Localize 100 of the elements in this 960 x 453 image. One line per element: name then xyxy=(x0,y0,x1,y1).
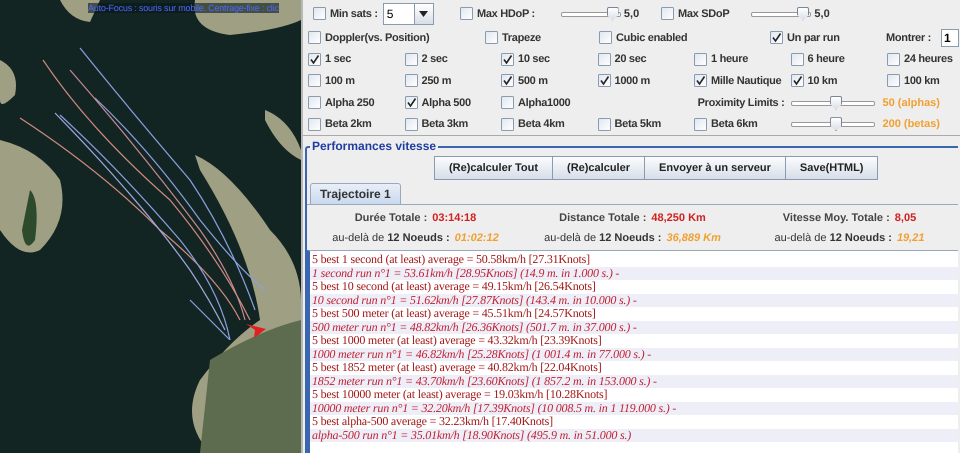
action-button[interactable]: (Re)calculer xyxy=(552,156,646,180)
checkbox-label[interactable]: 6 heure xyxy=(808,53,845,66)
checkbox-label[interactable]: Beta 5km xyxy=(614,118,662,130)
slider-value: 5,0 xyxy=(624,8,640,20)
stat-value: 03:14:18 xyxy=(432,212,476,224)
result-line: alpha-500 run n°1 = 35.01km/h [18.90Knots] (495.9 m. in 51.000 s.) xyxy=(312,428,632,442)
stat-label: au-delà de 12 Noeuds : xyxy=(544,232,662,244)
action-button[interactable]: Envoyer à un serveur xyxy=(644,156,786,180)
result-line: 1852 meter run n°1 = 43.70km/h [23.60Knots] (1 857.2 m. in 153.000 s.) - xyxy=(312,374,657,388)
checkbox-label[interactable]: Beta 4km xyxy=(518,118,565,130)
checkbox-label[interactable]: 1 heure xyxy=(711,53,748,66)
caret-icon xyxy=(419,10,428,16)
checkbox-label[interactable]: 100 m xyxy=(325,74,355,87)
checkbox[interactable] xyxy=(404,118,418,131)
slider-thumb[interactable] xyxy=(830,96,842,110)
checkbox-label[interactable]: 10 km xyxy=(808,74,838,87)
checkbox-label[interactable]: 1000 m xyxy=(614,74,650,87)
checkbox-label[interactable]: Cubic enabled xyxy=(616,32,688,44)
result-line: 1 second run n°1 = 53.61km/h [28.95Knots] (14.9 m. in 1.000 s.) - xyxy=(312,266,620,280)
checkbox-label[interactable]: Beta 6km xyxy=(711,118,758,130)
checkbox[interactable] xyxy=(404,52,418,66)
checkbox[interactable] xyxy=(308,96,321,110)
checkbox[interactable] xyxy=(485,31,498,44)
slider[interactable] xyxy=(790,118,874,130)
slider[interactable] xyxy=(751,8,812,20)
checkbox-label[interactable]: 24 heures xyxy=(904,53,953,66)
slider-value: 50 (alphas) xyxy=(882,96,940,109)
checkbox-label[interactable]: Alpha 250 xyxy=(325,96,374,109)
checkbox[interactable] xyxy=(598,52,610,66)
slider-thumb[interactable] xyxy=(830,117,842,132)
checkbox[interactable] xyxy=(661,7,674,20)
checkbox[interactable] xyxy=(404,74,418,88)
checkbox[interactable] xyxy=(501,74,514,88)
checkbox-label[interactable]: Trapeze xyxy=(502,32,541,44)
checkbox-label[interactable]: Un par run xyxy=(787,32,840,44)
checkbox-label[interactable]: Alpha1000 xyxy=(518,96,570,109)
result-line: 10000 meter run n°1 = 32.20km/h [17.39Knots] (10 008.5 m. in 1 119.000 s.) - xyxy=(312,400,676,414)
checkbox[interactable] xyxy=(790,52,804,66)
checkbox[interactable] xyxy=(501,96,514,110)
result-line: 5 best 10 second (at least) average = 49.15km/h [26.54Knots] xyxy=(312,279,596,293)
result-line: 5 best 1852 meter (at least) average = 40.82km/h [22.04Knots] xyxy=(312,360,602,374)
checkbox-label[interactable]: Doppler(vs. Position) xyxy=(325,32,430,44)
checkbox[interactable] xyxy=(790,74,804,88)
checkbox-label[interactable]: Min sats : xyxy=(330,8,378,20)
checkbox[interactable] xyxy=(404,96,418,110)
slider-thumb[interactable] xyxy=(797,6,809,20)
checkbox[interactable] xyxy=(599,31,612,44)
checkbox-label[interactable]: 500 m xyxy=(518,74,548,87)
panel-title: Performances vitesse xyxy=(310,139,438,153)
checkbox-label[interactable]: Alpha 500 xyxy=(422,96,471,109)
slider[interactable] xyxy=(790,96,874,109)
checkbox[interactable] xyxy=(887,74,900,88)
checkbox[interactable] xyxy=(308,74,321,88)
stat-label: Distance Totale : xyxy=(559,212,646,224)
checkbox[interactable] xyxy=(501,52,514,66)
proximity-label: Proximity Limits : xyxy=(698,96,786,109)
action-button[interactable]: (Re)calculer Tout xyxy=(434,156,554,180)
checkbox[interactable] xyxy=(694,52,707,66)
map-hint: Auto-Focus : souris sur mobile. Centrage-fixe : clic xyxy=(88,3,279,13)
stat-label: au-delà de 12 Noeuds : xyxy=(774,232,892,244)
result-line: 5 best alpha-500 average = 32.23km/h [17.40Knots] xyxy=(312,414,553,428)
stat-value: 01:02:12 xyxy=(454,232,499,244)
checkbox-label[interactable]: Mille Nautique xyxy=(711,74,782,87)
checkbox[interactable] xyxy=(308,52,321,66)
checkbox[interactable] xyxy=(308,118,321,131)
slider[interactable] xyxy=(560,8,621,20)
dropdown[interactable]: 5 xyxy=(382,2,434,24)
action-button[interactable]: Save(HTML) xyxy=(784,156,878,180)
slider-thumb[interactable] xyxy=(606,6,619,20)
checkbox-label[interactable]: Max HDoP : xyxy=(477,8,535,20)
checkbox-label[interactable]: Beta 3km xyxy=(422,118,468,130)
checkbox-label[interactable]: 250 m xyxy=(422,74,452,87)
checkbox-label[interactable]: 20 sec xyxy=(614,53,646,66)
checkbox-label[interactable]: 10 sec xyxy=(518,53,550,66)
checkbox-label[interactable]: 100 km xyxy=(904,74,940,87)
checkbox[interactable] xyxy=(770,31,783,44)
input-field[interactable]: 1 xyxy=(940,28,959,47)
result-line: 1000 meter run n°1 = 46.82km/h [25.28Knots] (1 001.4 m. in 77.000 s.) - xyxy=(312,346,652,360)
stat-label: Durée Totale : xyxy=(354,212,428,224)
stat-label: au-delà de 12 Noeuds : xyxy=(332,232,450,244)
checkbox[interactable] xyxy=(598,74,610,88)
checkbox-label[interactable]: Beta 2km xyxy=(325,118,372,130)
checkbox[interactable] xyxy=(308,31,321,44)
stat-value: 36,889 Km xyxy=(666,232,721,244)
checkbox[interactable] xyxy=(694,118,707,131)
checkbox-label[interactable]: 2 sec xyxy=(422,53,448,66)
checkbox[interactable] xyxy=(598,118,610,131)
slider-value: 200 (betas) xyxy=(882,118,940,130)
checkbox[interactable] xyxy=(887,52,900,66)
checkbox-label[interactable]: 1 sec xyxy=(325,53,352,66)
checkbox[interactable] xyxy=(313,7,326,20)
tab[interactable]: Trajectoire 1 xyxy=(310,183,401,204)
stat-value: 48,250 Km xyxy=(651,212,706,224)
checkbox-label[interactable]: Max SDoP xyxy=(678,8,730,20)
checkbox[interactable] xyxy=(501,118,514,131)
result-line: 5 best 1000 meter (at least) average = 43.32km/h [23.39Knots] xyxy=(312,333,602,347)
checkbox[interactable] xyxy=(694,74,707,88)
result-line: 5 best 1 second (at least) average = 50.58km/h [27.31Knots] xyxy=(312,252,590,266)
result-line: 10 second run n°1 = 51.62km/h [27.87Knots] (143.4 m. in 10.000 s.) - xyxy=(312,292,637,306)
checkbox[interactable] xyxy=(460,7,473,20)
